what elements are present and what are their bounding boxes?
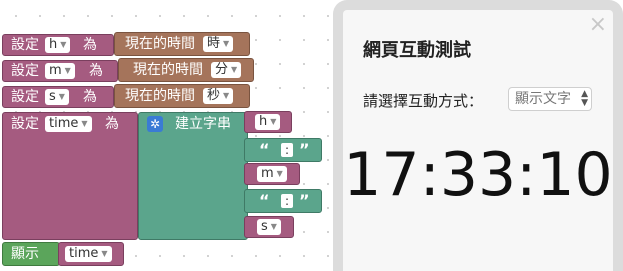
- close-icon[interactable]: ×: [589, 14, 607, 36]
- string-literal[interactable]: :: [281, 143, 293, 157]
- close-quote-icon: ”: [299, 140, 310, 159]
- var-dropdown-s[interactable]: s ▼: [257, 219, 281, 235]
- page-title: 網頁互動測試: [363, 40, 471, 61]
- to-keyword: 為: [83, 37, 97, 53]
- var-dropdown-m[interactable]: m ▼: [257, 166, 287, 182]
- interaction-mode-label: 請選擇互動方式：: [363, 92, 484, 110]
- var-dropdown-h[interactable]: h ▼: [255, 114, 281, 130]
- display-keyword: 顯示: [11, 246, 39, 262]
- time-unit-dropdown-minute[interactable]: 分 ▼: [211, 62, 242, 78]
- select-arrows-icon: ▲ ▼: [581, 89, 588, 108]
- create-string-block[interactable]: ✲ 建立字串: [138, 112, 248, 240]
- display-block[interactable]: 顯示: [2, 242, 60, 266]
- set-m-block[interactable]: 設定 m ▼ 為: [2, 60, 118, 82]
- time-unit-dropdown-hour[interactable]: 時 ▼: [203, 36, 234, 52]
- set-s-block[interactable]: 設定 s ▼ 為: [2, 86, 114, 108]
- var-dropdown-h[interactable]: h ▼: [45, 37, 71, 53]
- clock-display: 17:33:10: [343, 140, 613, 210]
- var-dropdown-time[interactable]: time ▼: [45, 116, 92, 132]
- to-keyword: 為: [105, 116, 119, 132]
- create-string-label: 建立字串: [175, 116, 231, 132]
- interaction-mode-value: 顯示文字: [515, 91, 571, 107]
- gear-icon[interactable]: ✲: [147, 116, 163, 132]
- interaction-mode-select[interactable]: 顯示文字 ▲ ▼: [508, 87, 592, 111]
- current-time-label: 現在的時間: [133, 62, 203, 78]
- set-h-block[interactable]: 設定 h ▼ 為: [2, 34, 114, 56]
- string-part-literal-colon[interactable]: “ : ”: [244, 189, 322, 213]
- blockly-workspace[interactable]: 設定 h ▼ 為 現在的時間 時 ▼ 設定 m ▼ 為 現在的時間 分 ▼ 設定 s ▼ …: [0, 0, 335, 271]
- current-time-second-block[interactable]: 現在的時間 秒 ▼: [114, 84, 250, 108]
- display-var-block[interactable]: time ▼: [58, 242, 124, 266]
- set-time-block[interactable]: 設定 time ▼ 為: [2, 112, 138, 240]
- string-literal[interactable]: :: [281, 194, 293, 208]
- set-keyword: 設定: [11, 63, 39, 79]
- current-time-label: 現在的時間: [125, 36, 195, 52]
- open-quote-icon: “: [259, 140, 270, 159]
- close-quote-icon: ”: [299, 191, 310, 210]
- string-part-var-s[interactable]: s ▼: [244, 216, 294, 238]
- preview-panel: × 網頁互動測試 請選擇互動方式： 顯示文字 ▲ ▼ 17:33:10: [333, 0, 623, 271]
- string-part-literal-colon[interactable]: “ : ”: [244, 138, 322, 162]
- var-dropdown-s[interactable]: s ▼: [45, 89, 69, 105]
- time-unit-dropdown-second[interactable]: 秒 ▼: [203, 88, 234, 104]
- current-time-minute-block[interactable]: 現在的時間 分 ▼: [118, 58, 254, 82]
- open-quote-icon: “: [259, 191, 270, 210]
- var-dropdown-m[interactable]: m ▼: [45, 63, 75, 79]
- var-dropdown-time[interactable]: time ▼: [65, 246, 112, 262]
- string-part-var-m[interactable]: m ▼: [244, 163, 300, 185]
- string-part-var-h[interactable]: h ▼: [244, 111, 292, 133]
- current-time-label: 現在的時間: [125, 88, 195, 104]
- set-keyword: 設定: [11, 116, 39, 132]
- current-time-hour-block[interactable]: 現在的時間 時 ▼: [114, 32, 250, 56]
- to-keyword: 為: [83, 89, 97, 105]
- set-keyword: 設定: [11, 37, 39, 53]
- to-keyword: 為: [89, 63, 103, 79]
- set-keyword: 設定: [11, 89, 39, 105]
